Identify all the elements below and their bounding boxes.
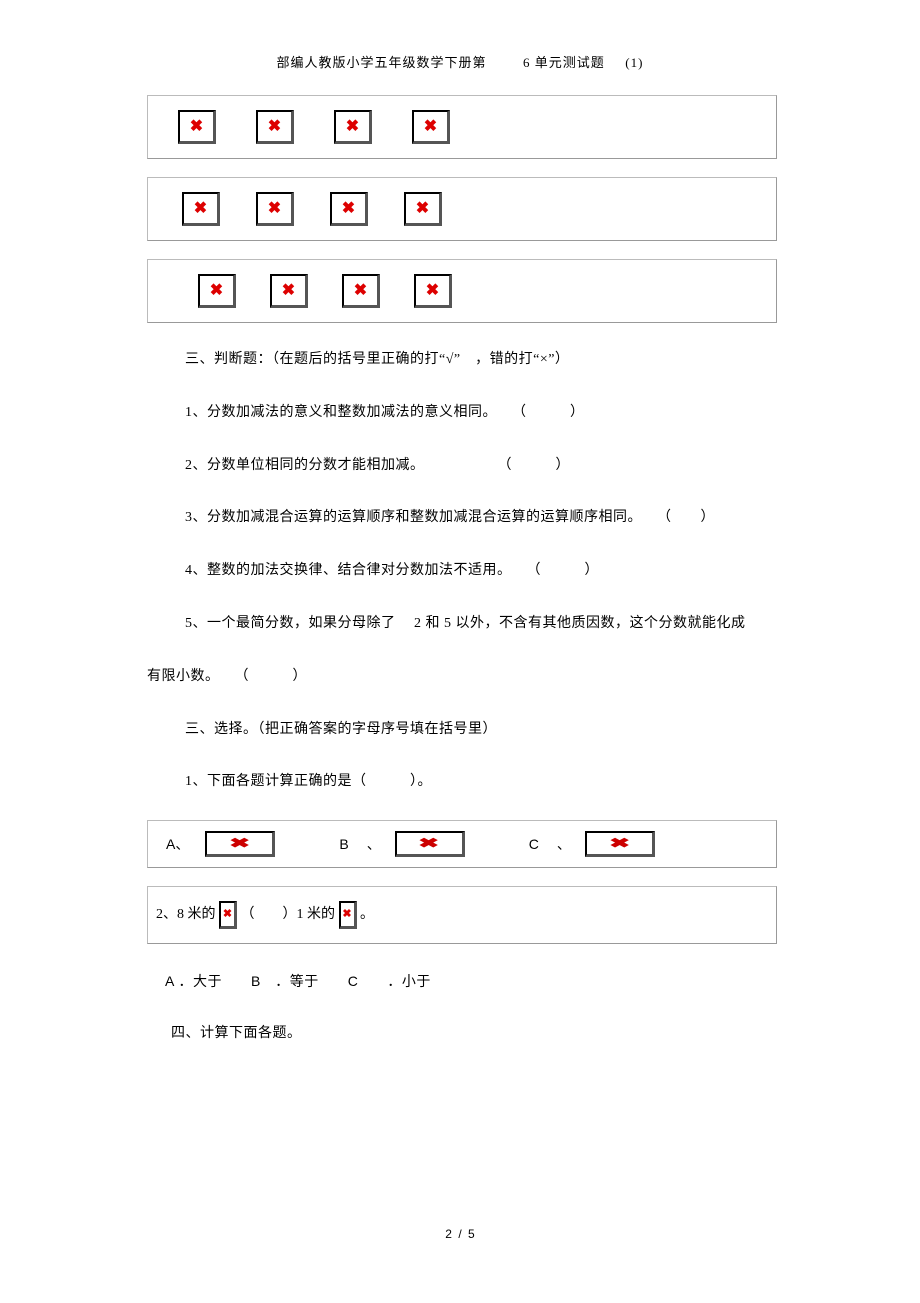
section-4-heading: 四、计算下面各题。	[171, 1019, 777, 1050]
s3b-q1-options: A、 B 、 C 、	[147, 820, 777, 868]
s3-question-5a: 5、一个最简分数，如果分母除了 2 和 5 以外，不含有其他质因数，这个分数就能…	[185, 609, 777, 640]
broken-image-icon	[270, 274, 308, 308]
s3-question-5b: 有限小数。 （ ）	[147, 662, 777, 693]
punct: 、	[367, 834, 381, 854]
broken-image-icon	[585, 831, 655, 857]
image-row-2	[147, 177, 777, 241]
s3-question-3: 3、分数加减混合运算的运算顺序和整数加减混合运算的运算顺序相同。 （ ）	[185, 503, 777, 534]
broken-image-icon	[256, 110, 294, 144]
section-3-heading: 三、判断题：（在题后的括号里正确的打“√” ，错的打“×”）	[185, 345, 777, 376]
option-c-label: C	[529, 836, 539, 852]
broken-image-icon	[219, 901, 237, 929]
option-a: A、	[166, 831, 275, 857]
q2-text-pre: 2、8 米的	[156, 907, 216, 922]
s3b-question-1: 1、下面各题计算正确的是（ ）。	[185, 767, 777, 798]
broken-image-icon	[330, 192, 368, 226]
broken-image-icon	[256, 192, 294, 226]
q2-text-end: 。	[360, 907, 374, 922]
punct: 、	[557, 834, 571, 854]
option-b: B 、	[339, 831, 464, 857]
s3-question-4: 4、整数的加法交换律、结合律对分数加法不适用。 （ ）	[185, 556, 777, 587]
s3b-q2-options: A ．大于 B ．等于 C ．小于	[165, 966, 777, 997]
page-content: 三、判断题：（在题后的括号里正确的打“√” ，错的打“×”） 1、分数加减法的意…	[147, 95, 777, 1072]
s3-question-1: 1、分数加减法的意义和整数加减法的意义相同。 （ ）	[185, 398, 777, 429]
broken-image-icon	[414, 274, 452, 308]
section-3b-heading: 三、选择。（把正确答案的字母序号填在括号里）	[185, 715, 777, 746]
page-slash: /	[458, 1227, 461, 1241]
option-b-label: B	[339, 836, 348, 852]
broken-image-icon	[182, 192, 220, 226]
page-header: 部编人教版小学五年级数学下册第 6 单元测试题 (1)	[0, 0, 920, 71]
header-title-c: (1)	[625, 55, 643, 70]
broken-image-icon	[178, 110, 216, 144]
broken-image-icon	[412, 110, 450, 144]
broken-image-icon	[395, 831, 465, 857]
s3b-question-2: 2、8 米的 （ ）1 米的 。	[147, 886, 777, 944]
broken-image-icon	[342, 274, 380, 308]
header-title-a: 部编人教版小学五年级数学下册第	[277, 55, 487, 70]
image-row-1	[147, 95, 777, 159]
broken-image-icon	[205, 831, 275, 857]
page-footer: 2 / 5	[0, 1227, 920, 1241]
page-number: 2	[445, 1227, 452, 1241]
header-title-b: 6 单元测试题	[523, 55, 605, 70]
s3-question-2: 2、分数单位相同的分数才能相加减。 （ ）	[185, 451, 777, 482]
option-a-label: A、	[166, 834, 189, 854]
q2-text-mid: （ ）1 米的	[241, 907, 336, 922]
image-row-3	[147, 259, 777, 323]
broken-image-icon	[198, 274, 236, 308]
option-c: C 、	[529, 831, 655, 857]
page-total: 5	[468, 1227, 475, 1241]
broken-image-icon	[334, 110, 372, 144]
broken-image-icon	[339, 901, 357, 929]
broken-image-icon	[404, 192, 442, 226]
